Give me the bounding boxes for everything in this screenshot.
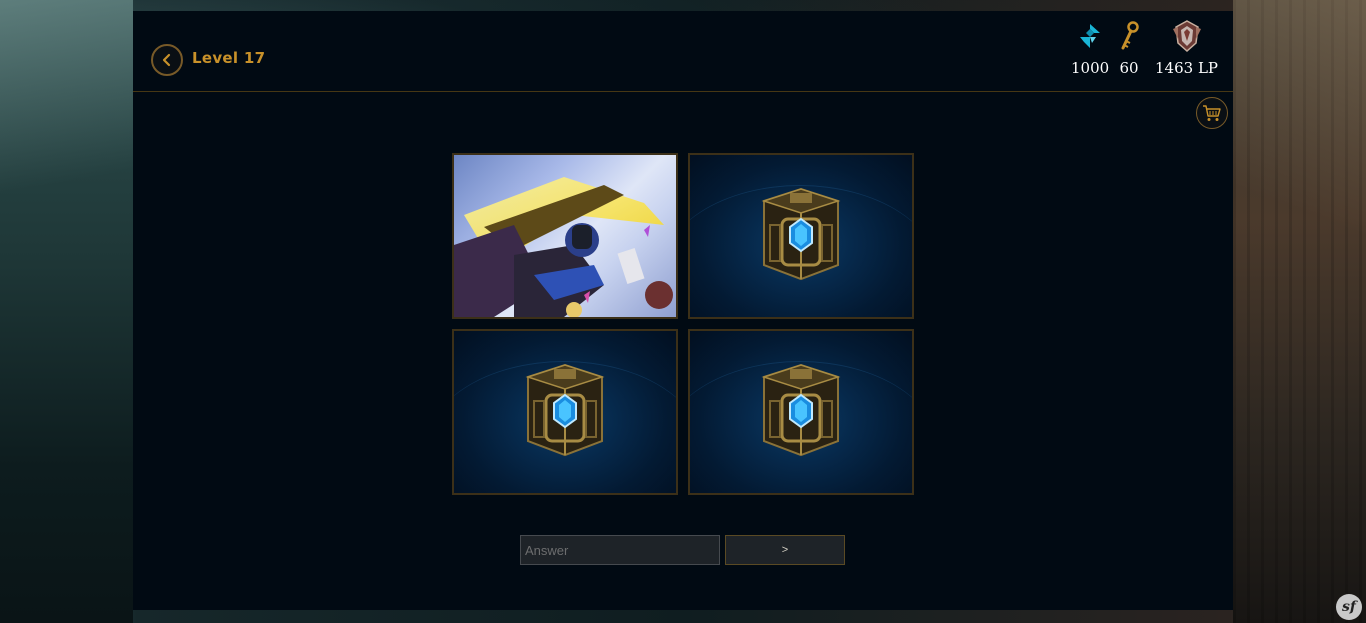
back-button[interactable] — [151, 44, 183, 76]
background-art-left — [0, 0, 133, 623]
hextech-chest-icon — [525, 363, 605, 457]
tile-hextech-chest[interactable] — [452, 329, 678, 495]
header-bar: Level 17 1000 60 1463 LP — [133, 11, 1233, 92]
answer-input[interactable] — [520, 535, 720, 565]
hextech-key-icon — [1121, 21, 1139, 50]
blue-essence-icon — [1080, 24, 1101, 48]
hextech-chest-icon — [761, 363, 841, 457]
answer-form: > — [520, 535, 845, 565]
background-art-right — [1233, 0, 1366, 623]
shop-button[interactable] — [1196, 97, 1228, 129]
submit-button[interactable]: > — [725, 535, 845, 565]
blue-essence-value: 1000 — [1071, 59, 1110, 77]
level-label: Level 17 — [192, 49, 266, 67]
currency-blue-essence: 1000 — [1071, 19, 1109, 77]
currency-league-points: 1463 LP — [1155, 19, 1218, 77]
champion-splash-image — [454, 177, 673, 317]
symfony-toolbar-badge[interactable]: sf — [1336, 594, 1362, 620]
rank-emblem-icon — [1172, 20, 1201, 53]
tile-splash-art[interactable] — [452, 153, 678, 319]
league-points-value: 1463 LP — [1155, 59, 1218, 77]
hextech-key-value: 60 — [1119, 59, 1139, 77]
chevron-left-icon — [162, 53, 171, 67]
tile-hextech-chest[interactable] — [688, 329, 914, 495]
main-panel: Level 17 1000 60 1463 LP Answer > — [133, 11, 1233, 610]
hextech-chest-icon — [761, 187, 841, 281]
shopping-cart-icon — [1203, 105, 1221, 121]
tile-hextech-chest[interactable] — [688, 153, 914, 319]
currency-hextech-key: 60 — [1119, 19, 1139, 77]
